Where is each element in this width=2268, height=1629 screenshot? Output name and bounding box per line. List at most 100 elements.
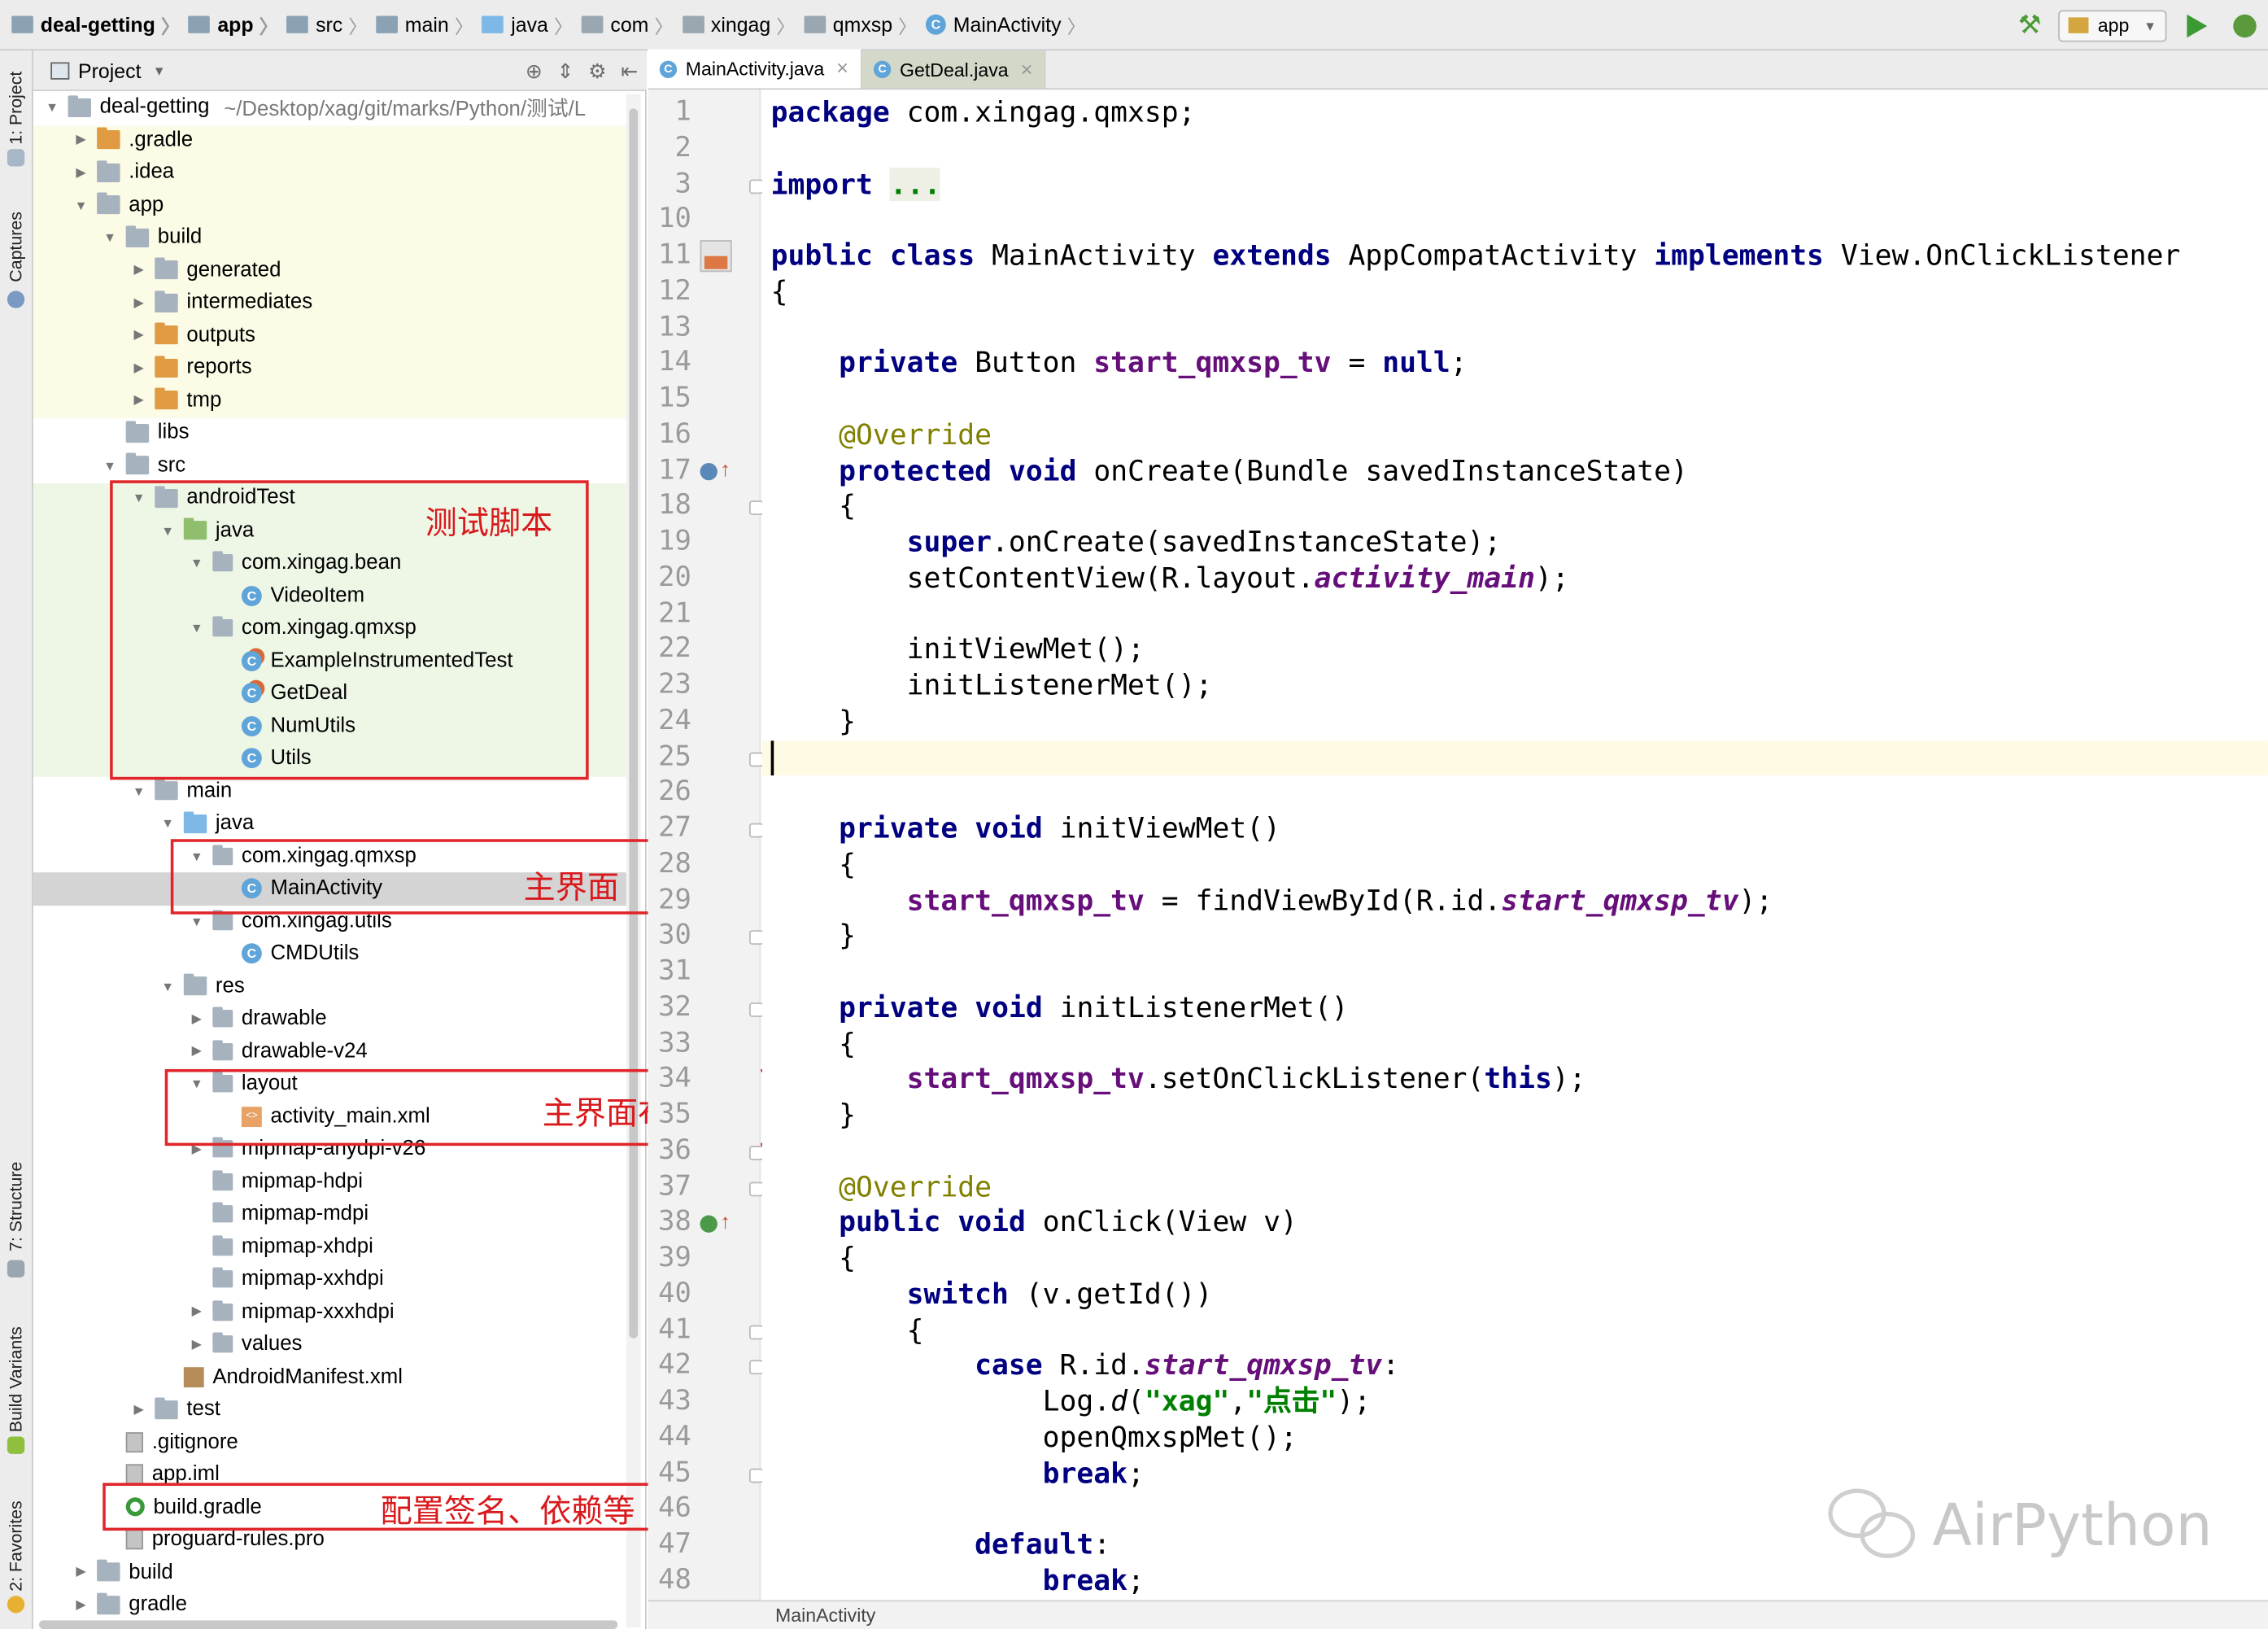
scroll-thumb[interactable] bbox=[629, 108, 639, 1339]
chevron-right-icon[interactable]: ▶ bbox=[71, 164, 91, 181]
breadcrumb-main[interactable]: main 〉 bbox=[376, 11, 473, 38]
chevron-right-icon[interactable]: ▶ bbox=[129, 295, 149, 311]
collapse-all-icon[interactable]: ⇕ bbox=[556, 59, 574, 84]
chevron-right-icon[interactable]: ▶ bbox=[129, 360, 149, 376]
layout-file-icon[interactable] bbox=[700, 240, 732, 273]
tree-item-label: reports bbox=[186, 356, 252, 380]
tree-item[interactable]: ▶AndroidManifest.xml bbox=[33, 1360, 626, 1393]
line-number: 39 bbox=[658, 1241, 691, 1273]
gear-icon[interactable]: ⚙ bbox=[588, 59, 606, 84]
code-token: this bbox=[1484, 1062, 1552, 1096]
tree-item[interactable]: ▶libs bbox=[33, 417, 626, 449]
tree-item-label: build bbox=[129, 1561, 173, 1584]
code-token: default bbox=[975, 1527, 1094, 1561]
project-view-select[interactable]: Project bbox=[78, 59, 141, 81]
chevron-right-icon[interactable]: ▶ bbox=[186, 1011, 207, 1027]
file-icon bbox=[125, 1431, 144, 1452]
line-number: 42 bbox=[658, 1348, 691, 1381]
chevron-down-icon[interactable]: ▼ bbox=[158, 979, 178, 994]
structure-tool-tab[interactable]: 7: Structure bbox=[2, 1162, 31, 1251]
chevron-down-icon[interactable]: ▼ bbox=[71, 198, 91, 212]
tree-item[interactable]: ▶ intermediates bbox=[33, 286, 626, 319]
tree-item[interactable]: ▶ outputs bbox=[33, 319, 626, 352]
close-icon[interactable]: ✕ bbox=[1020, 60, 1033, 79]
chevron-down-icon[interactable]: ▼ bbox=[153, 63, 166, 77]
chevron-down-icon[interactable]: ▼ bbox=[129, 784, 149, 798]
tree-item[interactable]: ▶ tmp bbox=[33, 384, 626, 417]
tree-item[interactable]: ▶ values bbox=[33, 1328, 626, 1360]
chevron-right-icon[interactable]: ▶ bbox=[71, 132, 91, 148]
tab-mainactivity[interactable]: C MainActivity.java ✕ bbox=[648, 49, 862, 89]
breadcrumb-xingag[interactable]: xingag 〉 bbox=[682, 11, 796, 38]
captures-tool-tab[interactable]: Captures bbox=[2, 212, 31, 282]
run-icon[interactable] bbox=[2187, 13, 2208, 37]
tree-item[interactable]: ▶ .gradle bbox=[33, 124, 626, 156]
horizontal-scrollbar[interactable] bbox=[39, 1620, 618, 1629]
chevron-down-icon[interactable]: ▼ bbox=[42, 100, 63, 115]
tree-item[interactable]: ▶ test bbox=[33, 1393, 626, 1426]
favorites-tool-tab[interactable]: 2: Favorites bbox=[2, 1500, 31, 1591]
chevron-right-icon[interactable]: ▶ bbox=[129, 392, 149, 408]
chevron-right-icon[interactable]: ▶ bbox=[186, 1304, 207, 1320]
tab-getdeal[interactable]: C GetDeal.java ✕ bbox=[861, 50, 1047, 89]
close-icon[interactable]: ✕ bbox=[835, 59, 848, 78]
build-variants-tool-tab[interactable]: Build Variants bbox=[2, 1326, 31, 1432]
implement-icon[interactable] bbox=[700, 1215, 717, 1233]
chevron-right-icon[interactable]: ▶ bbox=[71, 1564, 91, 1580]
breadcrumb-app[interactable]: app 〉 bbox=[188, 11, 278, 38]
tree-item[interactable]: ▶ gradle bbox=[33, 1588, 626, 1621]
chevron-down-icon[interactable]: ▼ bbox=[100, 458, 120, 473]
breadcrumb-mainactivity[interactable]: C MainActivity 〉 bbox=[925, 11, 1086, 38]
folder-icon bbox=[155, 1397, 178, 1419]
tree-item[interactable]: ▼ build bbox=[33, 221, 626, 254]
tree-item[interactable]: ▶mipmap-xxhdpi bbox=[33, 1263, 626, 1295]
chevron-down-icon[interactable]: ▼ bbox=[100, 230, 120, 245]
hide-panel-icon[interactable]: ⇤ bbox=[621, 59, 638, 84]
locate-icon[interactable]: ⊕ bbox=[526, 59, 543, 84]
tree-item-label: .idea bbox=[129, 160, 175, 185]
code-line: start_qmxsp_tv = findViewById(R.id.start… bbox=[771, 883, 1773, 919]
tree-item[interactable]: ▶ drawable bbox=[33, 1002, 626, 1035]
breadcrumb-src[interactable]: src 〉 bbox=[286, 11, 368, 38]
tree-item-label: mipmap-xxhdpi bbox=[241, 1267, 384, 1291]
tree-item[interactable]: ▶mipmap-xhdpi bbox=[33, 1230, 626, 1263]
tree-item[interactable]: ▶ reports bbox=[33, 352, 626, 384]
tree-item[interactable]: ▶mipmap-hdpi bbox=[33, 1165, 626, 1198]
tree-item[interactable]: ▼ deal-getting ~/Desktop/xag/git/marks/Pyt… bbox=[33, 91, 626, 124]
line-number: 48 bbox=[658, 1563, 691, 1596]
breadcrumb-java[interactable]: java 〉 bbox=[482, 11, 573, 38]
code-token: super bbox=[906, 525, 992, 559]
hammer-icon[interactable]: ⚒ bbox=[2018, 10, 2042, 40]
tree-item[interactable]: ▶ .idea bbox=[33, 156, 626, 189]
tree-item[interactable]: ▶ generated bbox=[33, 254, 626, 286]
tree-item[interactable]: ▼ java bbox=[33, 807, 626, 840]
breadcrumb-com[interactable]: com 〉 bbox=[581, 11, 674, 38]
chevron-right-icon[interactable]: ▶ bbox=[129, 327, 149, 343]
chevron-down-icon[interactable]: ▼ bbox=[158, 816, 178, 831]
project-tool-tab[interactable]: 1: Project bbox=[2, 72, 31, 145]
debug-icon[interactable] bbox=[2233, 13, 2257, 37]
breadcrumb-qmxsp[interactable]: qmxsp 〉 bbox=[804, 11, 917, 38]
tree-item[interactable]: ▶ mipmap-xxxhdpi bbox=[33, 1295, 626, 1328]
chevron-right-icon[interactable]: ▶ bbox=[129, 262, 149, 278]
override-icon[interactable] bbox=[700, 462, 717, 481]
chevron-right-icon[interactable]: ▶ bbox=[186, 1043, 207, 1059]
tree-item[interactable]: ▶.gitignore bbox=[33, 1426, 626, 1458]
tree-item[interactable]: ▼ res bbox=[33, 970, 626, 1002]
tree-item[interactable]: ▼ src bbox=[33, 449, 626, 482]
tree-item[interactable]: ▶ drawable-v24 bbox=[33, 1035, 626, 1068]
chevron-down-icon[interactable]: ▼ bbox=[186, 914, 207, 928]
code-token: start_qmxsp_tv bbox=[1501, 883, 1739, 917]
run-config-select[interactable]: app ▼ bbox=[2058, 9, 2167, 41]
chevron-right-icon[interactable]: ▶ bbox=[129, 1401, 149, 1417]
breadcrumb-project[interactable]: deal-getting 〉 bbox=[11, 11, 180, 38]
tree-item[interactable]: ▶ build bbox=[33, 1556, 626, 1588]
tree-item[interactable]: ▶mipmap-mdpi bbox=[33, 1198, 626, 1230]
chevron-right-icon[interactable]: ▶ bbox=[71, 1596, 91, 1613]
chevron-right-icon[interactable]: ▶ bbox=[186, 1336, 207, 1352]
tree-item[interactable]: ▼ app bbox=[33, 189, 626, 221]
tree-item[interactable]: ▶CCMDUtils bbox=[33, 937, 626, 970]
code-editor[interactable]: package com.xingag.qmxsp; import ... publi… bbox=[762, 90, 2268, 1601]
